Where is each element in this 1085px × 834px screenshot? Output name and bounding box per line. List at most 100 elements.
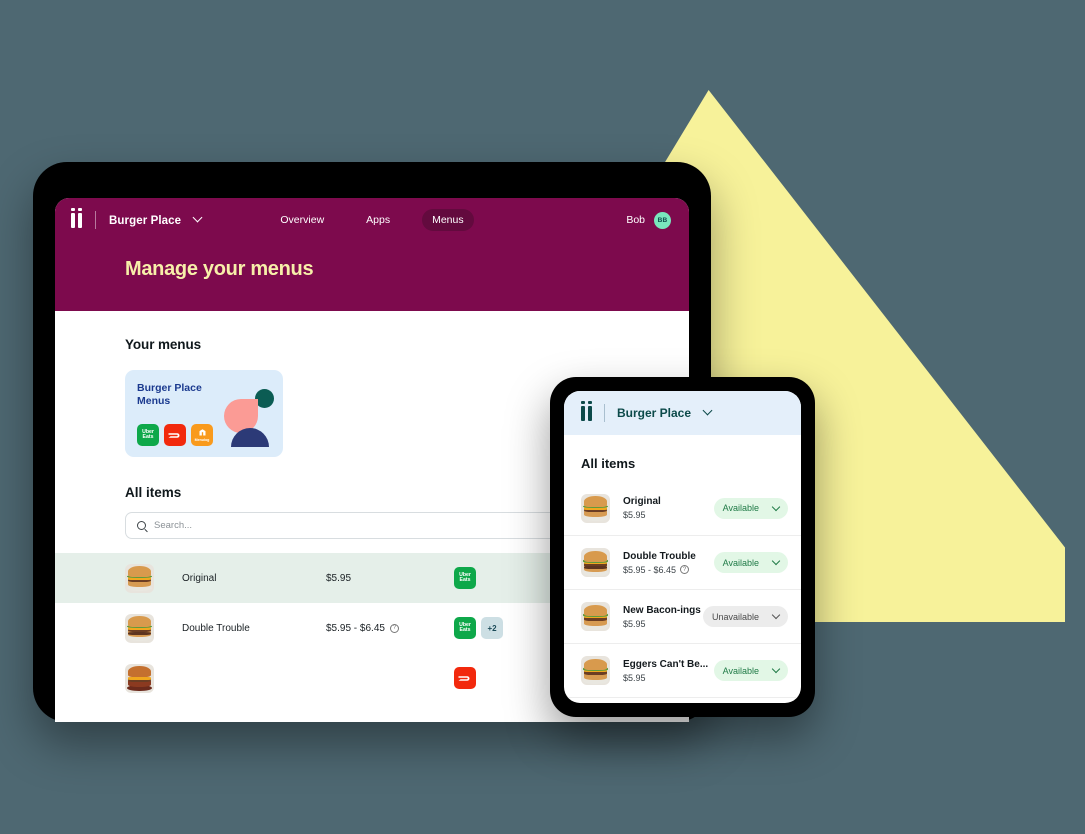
burger-image: [581, 602, 610, 631]
list-item[interactable]: Double Trouble $5.95 - $6.45 ? Available: [564, 535, 801, 589]
phone-header-divider: [604, 404, 605, 422]
scene-background: Burger Place Overview Apps Menus Bob BB …: [0, 0, 1085, 834]
phone-brand-label: Burger Place: [617, 406, 692, 420]
item-platform-badges: Uber Eats: [454, 567, 476, 589]
item-price: $5.95: [623, 619, 703, 629]
list-item[interactable]: Original $5.95 Available: [564, 481, 801, 535]
item-price: $5.95: [623, 673, 714, 683]
phone-header: Burger Place: [564, 391, 801, 435]
item-name: Double Trouble: [623, 550, 696, 562]
list-item[interactable]: New Bacon-ings $5.95 Unavailable: [564, 589, 801, 643]
item-price-text: $5.95: [623, 510, 646, 520]
item-name: Original: [182, 572, 217, 584]
status-badge[interactable]: Available: [713, 497, 788, 519]
ubereats-icon: Uber Eats: [137, 424, 159, 446]
status-label: Available: [722, 665, 759, 676]
your-menus-heading: Your menus: [125, 337, 202, 352]
tablet-user-area[interactable]: Bob BB: [626, 198, 671, 242]
tablet-brand-selector[interactable]: Burger Place: [109, 211, 203, 229]
phone-items-list: Original $5.95 Available Double Trouble …: [564, 481, 801, 703]
list-divider: [564, 697, 801, 703]
tab-overview[interactable]: Overview: [270, 209, 334, 231]
menu-card-title: Burger Place Menus: [137, 382, 202, 408]
info-icon[interactable]: ?: [680, 565, 690, 574]
item-thumbnail: [581, 602, 610, 631]
ii-logo-icon[interactable]: [581, 400, 592, 421]
item-price: $5.95: [326, 573, 454, 584]
doordash-glyph: [168, 432, 179, 438]
item-thumbnail: [125, 663, 154, 693]
item-name: New Bacon-ings: [623, 604, 701, 616]
chevron-down-icon: [771, 610, 781, 620]
phone-device-frame: Burger Place All items Original $5.95 Av…: [550, 377, 815, 717]
avatar[interactable]: BB: [654, 211, 671, 229]
item-name: Original: [623, 496, 661, 507]
item-thumbnail: [581, 493, 610, 523]
status-badge[interactable]: Available: [713, 660, 788, 681]
chevron-down-icon: [771, 502, 781, 511]
menulog-label: Menulog: [194, 438, 210, 442]
chevron-down-icon: [702, 405, 712, 416]
burger-image: [581, 548, 610, 577]
search-icon: [137, 521, 146, 530]
burger-image: [125, 564, 154, 593]
info-icon[interactable]: ?: [389, 623, 399, 633]
chevron-down-icon: [771, 664, 781, 674]
ubereats-label: Uber Eats: [459, 621, 471, 633]
phone-screen: Burger Place All items Original $5.95 Av…: [564, 391, 801, 703]
status-label: Unavailable: [711, 611, 759, 622]
phone-all-items-heading: All items: [581, 456, 636, 471]
search-placeholder: Search...: [154, 520, 193, 531]
ii-logo-icon[interactable]: [71, 207, 82, 228]
burger-image: [581, 494, 610, 523]
item-thumbnail: [125, 613, 154, 643]
item-thumbnail: [125, 563, 154, 593]
status-label: Available: [722, 557, 759, 568]
item-name: Eggers Can't Be...: [623, 658, 709, 670]
doordash-icon: [164, 424, 186, 446]
item-thumbnail: [581, 548, 610, 577]
user-name: Bob: [626, 214, 645, 226]
ubereats-label: Uber Eats: [142, 428, 154, 440]
overflow-badge[interactable]: +2: [481, 617, 503, 639]
phone-brand-selector[interactable]: Burger Place: [617, 404, 712, 422]
menu-card-platform-badges: Uber Eats Menulog: [137, 424, 213, 446]
item-price: $5.95: [623, 510, 714, 520]
item-platform-badges: Uber Eats +2: [454, 617, 503, 639]
page-title: Manage your menus: [125, 258, 314, 280]
item-price-text: $5.95 - $6.45: [326, 622, 385, 634]
item-meta: New Bacon-ings $5.95: [623, 605, 703, 629]
doordash-icon: [454, 667, 476, 689]
tab-menus[interactable]: Menus: [422, 209, 474, 231]
burger-image: [125, 664, 154, 693]
burger-image: [125, 614, 154, 643]
status-badge[interactable]: Available: [713, 552, 788, 573]
item-price-text: $5.95: [326, 572, 352, 584]
status-badge[interactable]: Unavailable: [702, 606, 788, 627]
ubereats-icon: Uber Eats: [454, 617, 476, 639]
chevron-down-icon: [771, 556, 781, 566]
list-item[interactable]: Eggers Can't Be... $5.95 Available: [564, 643, 801, 697]
tablet-header: Burger Place Overview Apps Menus Bob BB …: [55, 198, 689, 311]
tablet-brand-label: Burger Place: [109, 215, 182, 227]
item-meta: Double Trouble $5.95 - $6.45 ?: [623, 551, 714, 575]
item-meta: Eggers Can't Be... $5.95: [623, 659, 714, 683]
item-price-text: $5.95 - $6.45: [623, 564, 677, 575]
item-price: $5.95 - $6.45 ?: [326, 623, 454, 634]
menulog-glyph: [199, 429, 205, 436]
doordash-glyph: [458, 675, 469, 681]
status-label: Available: [722, 503, 759, 513]
tab-apps[interactable]: Apps: [356, 209, 400, 231]
item-price-text: $5.95: [623, 672, 646, 683]
item-name: Double Trouble: [182, 622, 250, 634]
menulog-icon: Menulog: [191, 424, 213, 446]
ubereats-icon: Uber Eats: [454, 567, 476, 589]
menu-card[interactable]: Burger Place Menus Uber Eats Menulog: [125, 370, 283, 457]
item-price: $5.95 - $6.45 ?: [623, 565, 714, 575]
menu-card-decoration: [222, 387, 276, 449]
item-platform-badges: [454, 667, 476, 689]
item-price-text: $5.95: [623, 618, 646, 629]
ubereats-label: Uber Eats: [459, 571, 471, 583]
burger-image: [581, 656, 610, 685]
item-meta: Original $5.95: [623, 496, 714, 520]
